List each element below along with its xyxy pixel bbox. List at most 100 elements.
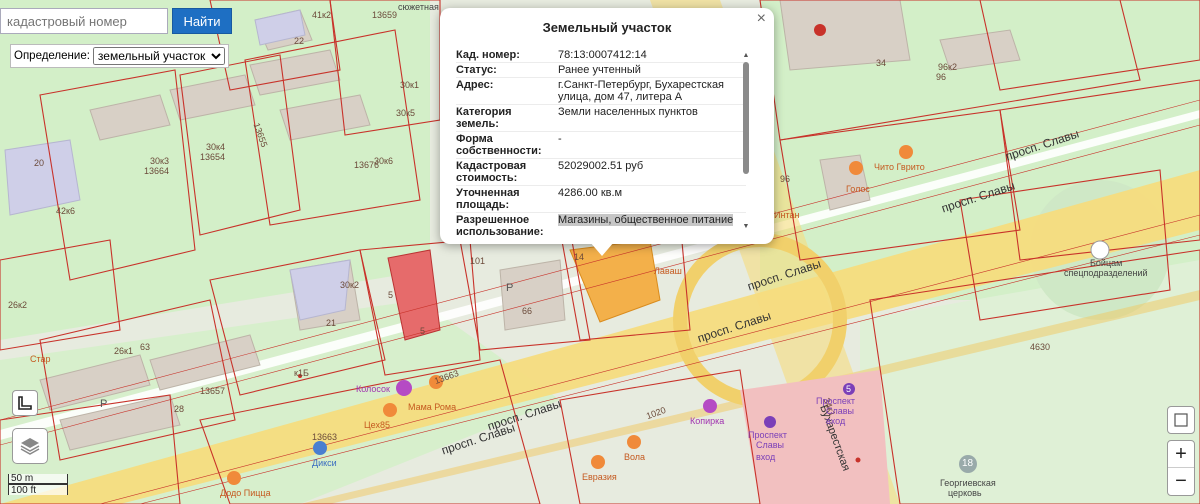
poi-label: Стар [30,354,51,364]
street-label: просп. Славы [939,178,1017,216]
poi-label: Мама Рома [408,402,457,412]
scroll-up-icon[interactable]: ▲ [742,52,750,59]
zoom-in-button[interactable]: + [1168,441,1194,468]
poi-label: 18 [962,458,974,469]
poi-label: спецподразделений [1064,268,1148,278]
definition-control: Определение: земельный участок [10,44,229,68]
street-label: просп. Славы [1003,126,1081,164]
house-number: 42к6 [56,206,75,216]
parcel-number: 1020 [644,404,668,422]
house-number: 30к1 [400,80,419,90]
parcel-number: 13663 [433,368,460,386]
row-value: Магазины, общественное питание [556,213,744,236]
poi-label: Георгиевская [940,478,996,488]
layers-button[interactable] [12,428,48,464]
popup-row: Кадастровая стоимость: 52029002.51 руб [456,159,746,186]
parcel-number: 28 [174,404,185,414]
search-button[interactable]: Найти [172,8,232,34]
row-value: 4286.00 кв.м [558,187,623,199]
popup-row: Адрес: г.Санкт-Петербург, Бухарестская ул… [456,78,746,105]
popup-row: Форма собственности: - [456,132,746,159]
poi-label: Дикси [312,458,337,468]
popup-scrollbar[interactable]: ▲ ▼ [742,52,750,230]
zoom-out-button[interactable]: − [1168,468,1194,495]
scale-metric: 50 m [8,474,68,484]
poi-label: P [506,282,514,294]
house-number: 30к2 [340,280,359,290]
scroll-thumb[interactable] [743,62,749,174]
street-label: просп. Славы [485,396,563,434]
parcel-number: 13655 [251,121,270,149]
row-key: Форма собственности: [456,133,542,157]
street-label: просп. Славы [745,256,823,294]
row-key: Уточненная площадь: [456,187,520,211]
house-number: 26к1 [114,346,133,356]
parcel-number: 13664 [144,166,170,176]
row-key: Адрес: [456,79,494,91]
row-key: Разрешенное использование: [456,214,544,236]
row-key: Кадастровая стоимость: [456,160,527,184]
poi-label: Проспект [748,430,788,440]
search-bar: Найти [0,8,232,34]
row-key: Кад. номер: [456,49,520,61]
popup-row: Статус: Ранее учтенный [456,63,746,78]
poi-label: к1Б [294,368,309,378]
popup-row: Кад. номер: 78:13:0007412:14 [456,48,746,63]
row-key: Статус: [456,64,497,76]
poi-label: Колосок [356,384,390,394]
poi-label: вход [756,452,776,462]
poi-label: церковь [948,488,982,498]
scale-bar: 50 m 100 ft [8,474,68,496]
poi-label: Голос [846,184,870,194]
row-value: - [558,133,562,145]
definition-label: Определение: [14,50,90,62]
square-icon [1174,413,1188,427]
parcel-number: 13654 [200,152,226,162]
popup-table: Кад. номер: 78:13:0007412:14 Статус: Ранее… [456,48,746,236]
house-number: 66 [522,306,533,316]
row-value: Земли населенных пунктов [558,106,698,118]
row-value: г.Санкт-Петербург, Бухарестская улица, д… [558,79,725,103]
poi-label: Вола [624,452,646,462]
popup-pointer [590,242,614,256]
poi-label: Проспект [816,396,856,406]
ruler-button[interactable] [12,390,38,416]
row-key: Категория земель: [456,106,512,130]
poi-label: P [100,398,108,410]
parcel-number: 34 [876,58,887,68]
scale-imperial: 100 ft [8,484,68,496]
popup-row: Категория земель: Земли населенных пункто… [456,105,746,132]
scroll-down-icon[interactable]: ▼ [742,223,750,230]
cadastral-search-input[interactable] [0,8,168,34]
poi-label: 5 [846,384,852,394]
popup-title: Земельный участок [542,20,672,35]
poi-label: Чито Гврито [874,162,925,172]
parcel-number: 20 [34,158,45,168]
layers-icon [20,438,40,455]
house-number: 30к4 [206,142,225,152]
popup-row: Разрешенное использование: Магазины, обще… [456,213,746,236]
row-value: Ранее учтенный [558,64,641,76]
parcel-number: 13657 [200,386,226,396]
house-number: 26к2 [8,300,27,310]
house-number: 5 [388,290,394,300]
house-number: 96к2 [938,62,957,72]
poi-label: вход [826,416,846,426]
house-number: 30к6 [374,156,393,166]
ruler-icon [18,396,32,410]
parcel-number: 21 [326,318,337,328]
house-number: 96 [780,174,791,184]
house-number: 101 [470,256,486,266]
parcel-number: 13659 [372,10,398,20]
parcel-number: 63 [140,342,151,352]
poi-label: Копирка [690,416,725,426]
house-number: 5 [420,326,426,336]
popup-row: Уточненная площадь: 4286.00 кв.м [456,186,746,213]
definition-select[interactable]: земельный участок [92,47,225,65]
street-label: просп. Славы [695,308,773,346]
house-number: 30к5 [396,108,415,118]
house-number: 14 [574,252,585,262]
poi-label: сюжетная [398,2,439,12]
fullscreen-button[interactable] [1167,406,1195,434]
parcel-popup: × Земельный участок Кад. номер: 78:13:000… [440,8,774,244]
